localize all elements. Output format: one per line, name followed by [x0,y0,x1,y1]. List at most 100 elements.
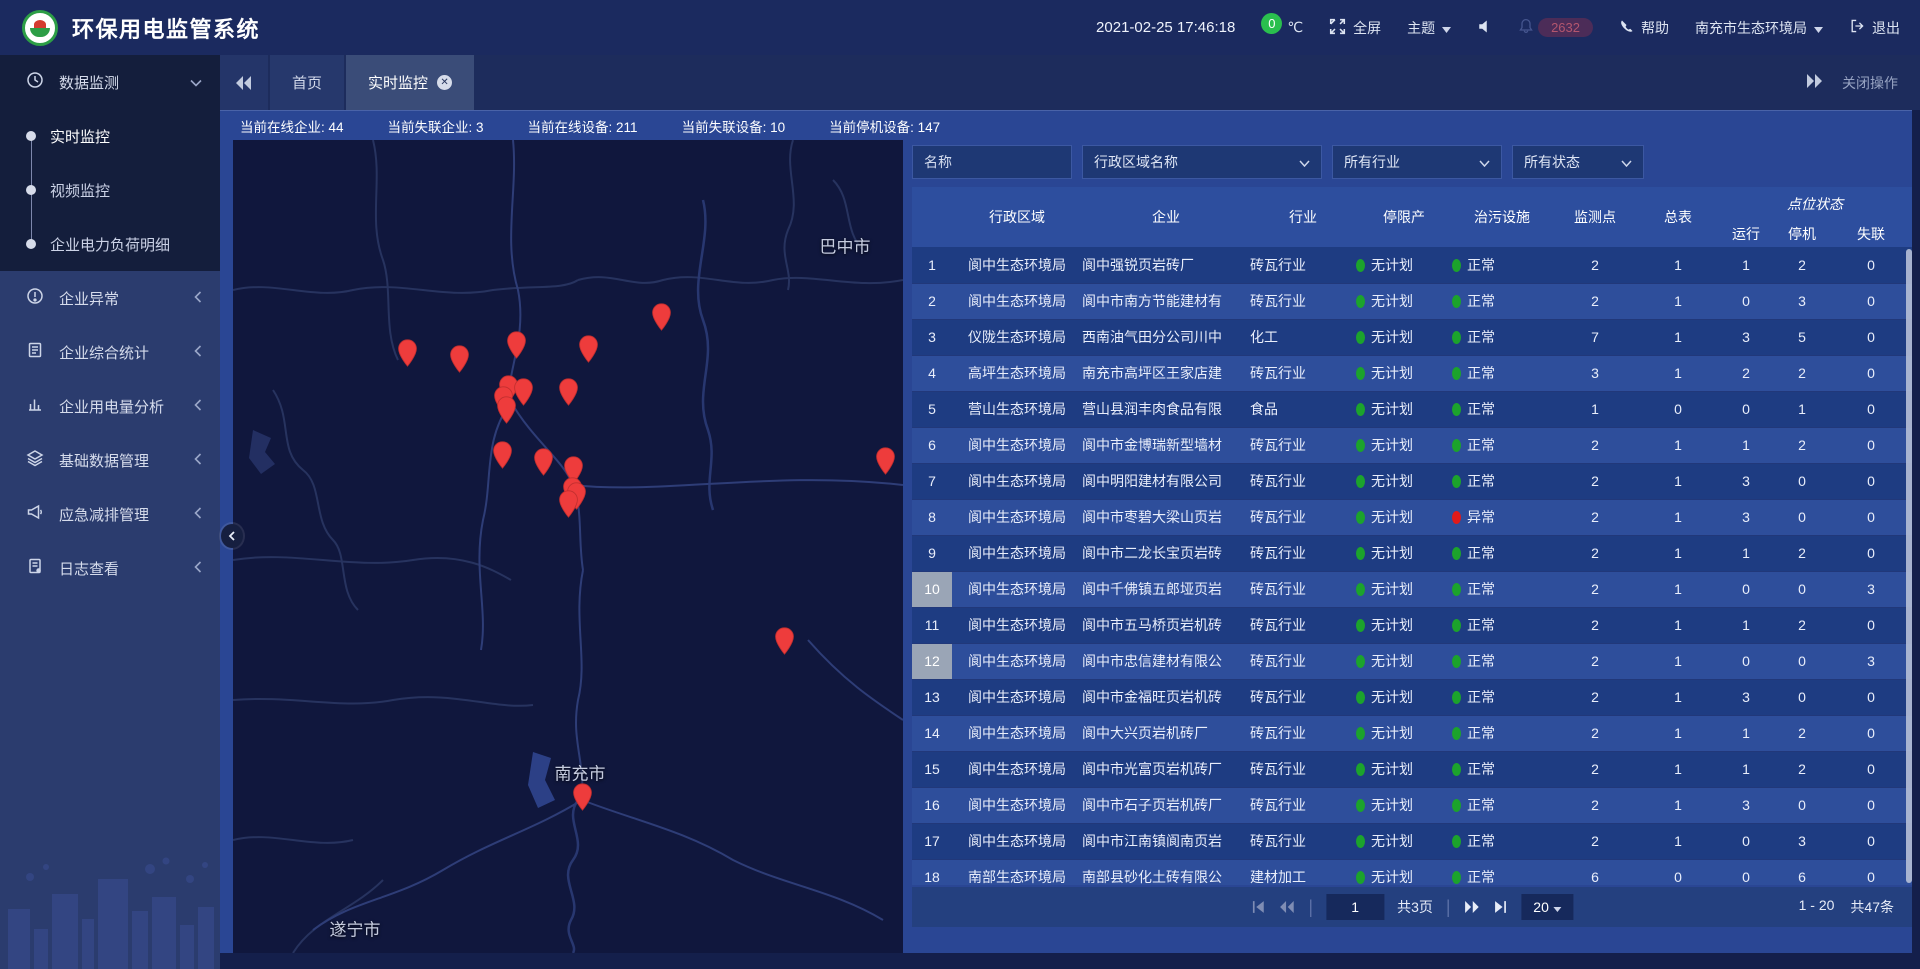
tab-首页[interactable]: 首页 [270,55,344,110]
cell-run: 1 [1718,535,1774,571]
page-size-select[interactable]: 20 [1522,894,1574,920]
cell-industry: 砖瓦行业 [1250,247,1356,283]
notifications[interactable]: 2632 [1518,18,1593,37]
caret-down-icon [1814,20,1823,36]
table-row[interactable]: 2阆中生态环境局阆中市南方节能建材有砖瓦行业无计划正常21030 [912,283,1912,319]
sidebar-subitem[interactable]: 企业电力负荷明细 [0,217,220,271]
table-row[interactable]: 15阆中生态环境局阆中市光富页岩机砖厂砖瓦行业无计划正常21120 [912,751,1912,787]
row-index: 6 [912,427,952,463]
org-label: 南充市生态环境局 [1695,18,1807,38]
status-dot-icon [1356,547,1365,560]
table-row[interactable]: 5营山生态环境局营山县润丰肉食品有限食品无计划正常10010 [912,391,1912,427]
sidebar-item[interactable]: 企业用电量分析 [0,379,220,433]
map-pin-icon[interactable] [533,448,554,476]
map-pin-icon[interactable] [496,396,517,424]
map-pin-icon[interactable] [578,335,599,363]
sidebar-item[interactable]: 基础数据管理 [0,433,220,487]
first-page-button[interactable] [1250,900,1265,914]
sidebar-subitem[interactable]: 实时监控 [0,109,220,163]
sidebar-item[interactable]: 企业综合统计 [0,325,220,379]
cell-facility: 正常 [1452,571,1552,607]
next-page-button[interactable] [1464,900,1481,914]
status-dot-icon [1452,259,1461,272]
map-pin-icon[interactable] [875,447,896,475]
cell-region: 仪陇生态环境局 [952,319,1082,355]
close-operations-button[interactable]: 关闭操作 [1842,73,1898,93]
region-select[interactable]: 行政区域名称 [1082,145,1322,179]
table-row[interactable]: 7阆中生态环境局阆中明阳建材有限公司砖瓦行业无计划正常21300 [912,463,1912,499]
cell-stop: 2 [1774,247,1830,283]
industry-select[interactable]: 所有行业 [1332,145,1502,179]
warning-icon [26,287,44,309]
cell-facility: 正常 [1452,643,1552,679]
tab-实时监控[interactable]: 实时监控✕ [346,55,474,110]
tabs-scroll-right-button[interactable] [1806,74,1822,91]
logout-button[interactable]: 退出 [1849,18,1900,38]
tabs-scroll-left-button[interactable] [220,55,268,110]
sidebar-item[interactable]: 企业异常 [0,271,220,325]
status-dot-icon [1356,475,1365,488]
cell-facility: 异常 [1452,499,1552,535]
status-select[interactable]: 所有状态 [1512,145,1644,179]
prev-page-button[interactable] [1278,900,1295,914]
cell-points: 2 [1552,679,1638,715]
row-index: 7 [912,463,952,499]
sidebar-subitem[interactable]: 视频监控 [0,163,220,217]
status-dot-icon [1356,727,1365,740]
col-region: 行政区域 [952,187,1082,247]
cell-industry: 砖瓦行业 [1250,643,1356,679]
table-row[interactable]: 11阆中生态环境局阆中市五马桥页岩机砖砖瓦行业无计划正常21120 [912,607,1912,643]
sidebar-collapse-button[interactable] [221,524,243,548]
tab-close-icon[interactable]: ✕ [437,75,452,90]
map-pin-icon[interactable] [397,339,418,367]
status-dot-icon [1452,475,1461,488]
theme-dropdown[interactable]: 主题 [1407,18,1451,38]
table-row[interactable]: 8阆中生态环境局阆中市枣碧大梁山页岩砖瓦行业无计划异常21300 [912,499,1912,535]
cell-stop: 2 [1774,355,1830,391]
cell-limit: 无计划 [1356,391,1452,427]
table-row[interactable]: 9阆中生态环境局阆中市二龙长宝页岩砖砖瓦行业无计划正常21120 [912,535,1912,571]
top-header: 环保用电监管系统 2021-02-25 17:46:18 0 ℃ 全屏 主题 2… [0,0,1920,55]
map-pin-icon[interactable] [506,331,527,359]
table-row[interactable]: 6阆中生态环境局阆中市金博瑞新型墙材砖瓦行业无计划正常21120 [912,427,1912,463]
bullet-dot-icon [26,131,36,141]
brand: 环保用电监管系统 [22,10,260,46]
map-pin-icon[interactable] [449,345,470,373]
table-row[interactable]: 16阆中生态环境局阆中市石子页岩机砖厂砖瓦行业无计划正常21300 [912,787,1912,823]
help-button[interactable]: 帮助 [1619,18,1669,38]
map-pin-icon[interactable] [558,490,579,518]
sidebar-item[interactable]: 日志查看 [0,541,220,595]
name-search-input[interactable] [912,145,1072,179]
map-pin-icon[interactable] [572,783,593,811]
map-pin-icon[interactable] [651,303,672,331]
table-scrollbar[interactable] [1906,249,1912,883]
status-dot-icon [1452,583,1461,596]
summary-icon [26,341,44,363]
map-pin-icon[interactable] [774,627,795,655]
table-row[interactable]: 18南部生态环境局南部县砂化土砖有限公建材加工无计划正常60060 [912,859,1912,885]
cell-run: 3 [1718,499,1774,535]
org-dropdown[interactable]: 南充市生态环境局 [1695,18,1823,38]
table-row[interactable]: 4高坪生态环境局南充市高坪区王家店建砖瓦行业无计划正常31220 [912,355,1912,391]
map-pin-icon[interactable] [558,378,579,406]
sidebar-item[interactable]: 数据监测 [0,55,220,109]
table-row[interactable]: 10阆中生态环境局阆中千佛镇五郎垭页岩砖瓦行业无计划正常21003 [912,571,1912,607]
table-row[interactable]: 14阆中生态环境局阆中大兴页岩机砖厂砖瓦行业无计划正常21120 [912,715,1912,751]
cell-meters: 1 [1638,751,1718,787]
page-number-input[interactable] [1326,894,1384,920]
map-panel[interactable]: 巴中市南充市遂宁市 [233,140,903,953]
cell-stop: 2 [1774,427,1830,463]
sidebar-item[interactable]: 应急减排管理 [0,487,220,541]
fullscreen-button[interactable]: 全屏 [1329,18,1381,38]
table-row[interactable]: 13阆中生态环境局阆中市金福旺页岩机砖砖瓦行业无计划正常21300 [912,679,1912,715]
map-pin-icon[interactable] [492,441,513,469]
table-row[interactable]: 1阆中生态环境局阆中强锐页岩砖厂砖瓦行业无计划正常21120 [912,247,1912,283]
table-row[interactable]: 17阆中生态环境局阆中市江南镇阆南页岩砖瓦行业无计划正常21030 [912,823,1912,859]
cell-run: 1 [1718,751,1774,787]
table-row[interactable]: 3仪陇生态环境局西南油气田分公司川中化工无计划正常71350 [912,319,1912,355]
cell-company: 西南油气田分公司川中 [1082,319,1250,355]
mute-button[interactable] [1477,19,1492,37]
table-row[interactable]: 12阆中生态环境局阆中市忠信建材有限公砖瓦行业无计划正常21003 [912,643,1912,679]
last-page-button[interactable] [1494,900,1509,914]
cell-industry: 砖瓦行业 [1250,787,1356,823]
